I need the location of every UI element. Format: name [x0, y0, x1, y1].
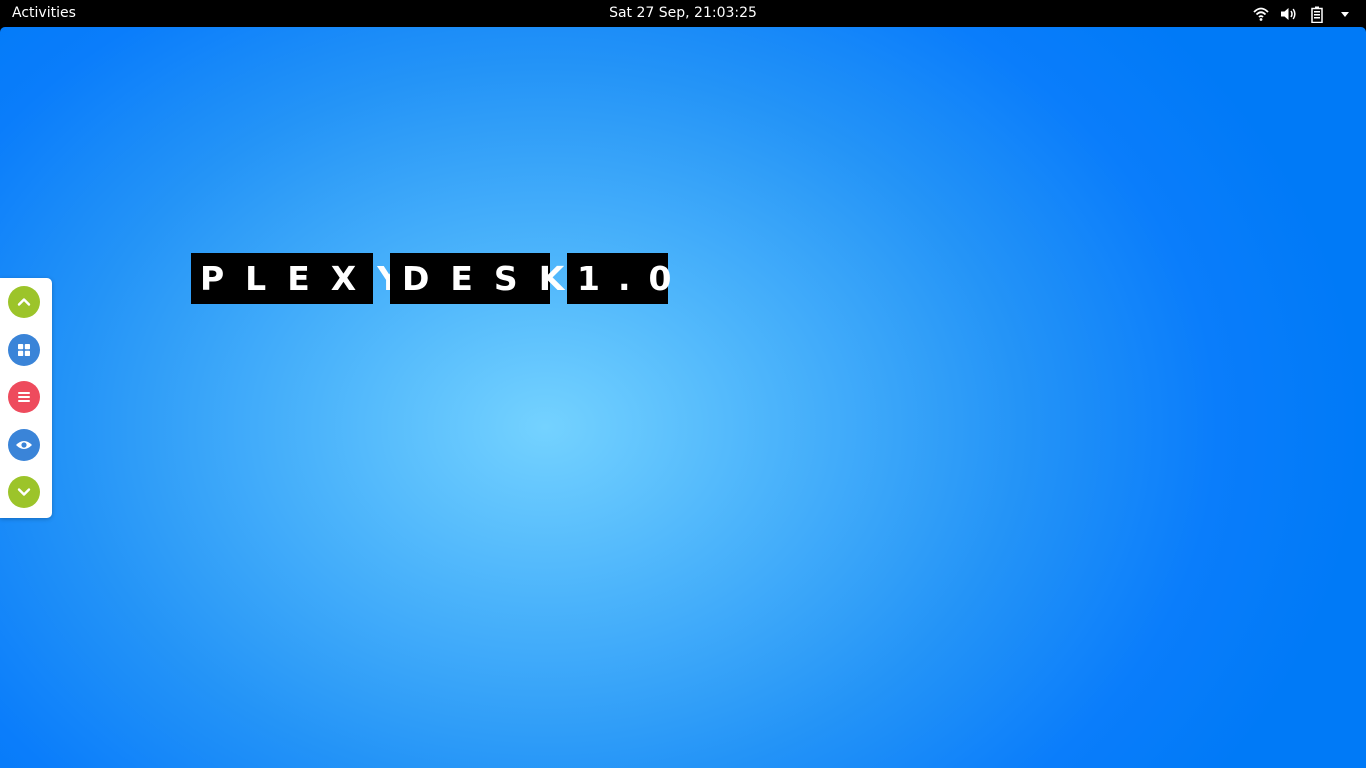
chevron-down-icon — [17, 488, 31, 496]
eye-icon — [16, 441, 32, 449]
scroll-up-button[interactable] — [8, 286, 40, 318]
battery-icon[interactable] — [1308, 5, 1326, 23]
title-word-desk: DESK — [390, 253, 564, 304]
grid-icon — [18, 344, 30, 356]
top-bar: Activities Sat 27 Sep, 21:03:25 — [0, 0, 1366, 27]
desktop-background[interactable]: PLEXY DESK 1.0 — [0, 27, 1366, 768]
chevron-up-icon — [17, 298, 31, 306]
clock[interactable]: Sat 27 Sep, 21:03:25 — [0, 5, 1366, 21]
side-dock — [0, 278, 52, 518]
volume-icon[interactable] — [1280, 5, 1298, 23]
title-word-plexy: PLEXY — [191, 253, 401, 304]
scroll-down-button[interactable] — [8, 476, 40, 508]
grid-view-button[interactable] — [8, 334, 40, 366]
view-button[interactable] — [8, 429, 40, 461]
hamburger-menu-icon — [18, 392, 30, 402]
menu-button[interactable] — [8, 381, 40, 413]
desktop-title: PLEXY DESK 1.0 — [191, 253, 671, 304]
system-tray[interactable] — [1252, 4, 1354, 24]
wifi-icon[interactable] — [1252, 5, 1270, 23]
title-word-version: 1.0 — [567, 253, 671, 304]
menu-dropdown-icon[interactable] — [1336, 5, 1354, 23]
